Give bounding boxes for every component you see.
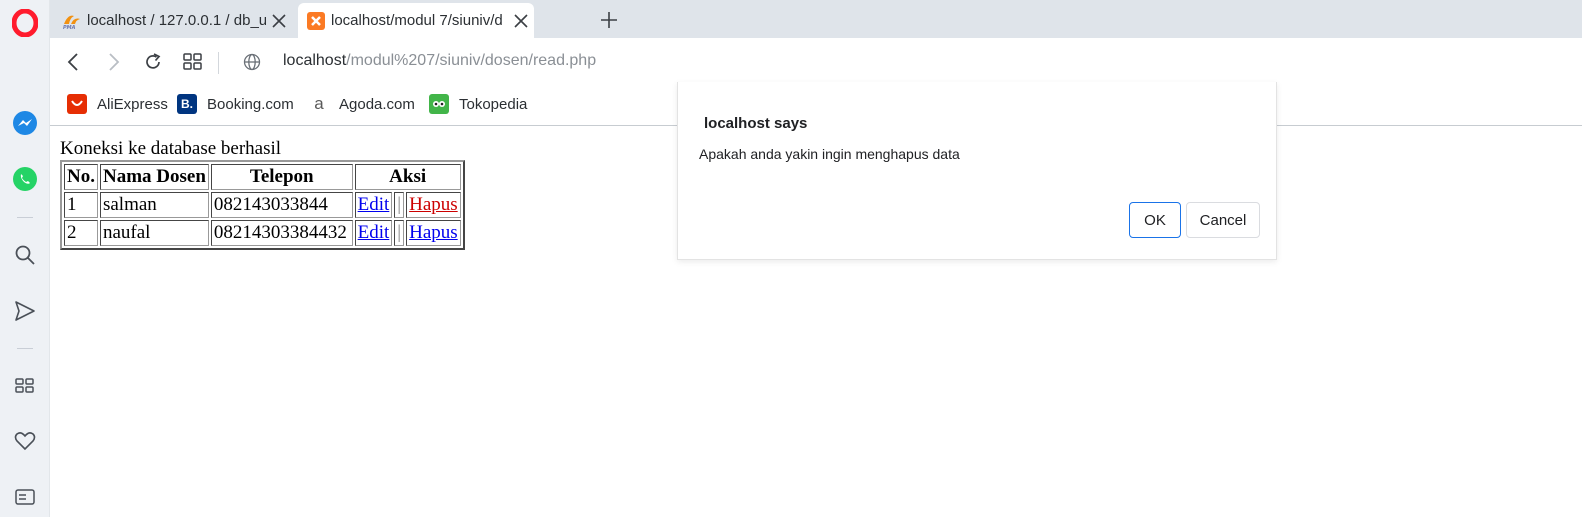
bookmark-booking[interactable]: B. Booking.com	[177, 93, 294, 115]
tab-siuniv[interactable]: localhost/modul 7/siuniv/d	[298, 3, 534, 38]
close-tab-icon[interactable]	[508, 13, 534, 28]
sidebar-divider	[17, 217, 33, 218]
column-header-no: No.	[64, 164, 98, 190]
hapus-link[interactable]: Hapus	[409, 194, 458, 215]
edit-link[interactable]: Edit	[358, 222, 390, 243]
bookmark-label: Tokopedia	[459, 95, 528, 113]
url-host: localhost	[283, 52, 347, 69]
xampp-icon	[306, 11, 326, 31]
cell-edit: Edit	[354, 220, 393, 246]
ok-button[interactable]: OK	[1129, 202, 1181, 238]
edit-link[interactable]: Edit	[358, 194, 390, 215]
cell-hapus: Hapus	[406, 220, 461, 246]
bookmark-tokopedia[interactable]: Tokopedia	[429, 93, 527, 115]
cell-no: 2	[64, 220, 98, 246]
cell-nama: salman	[99, 192, 209, 218]
forward-arrow-icon[interactable]	[100, 48, 128, 76]
cell-separator: |	[394, 220, 405, 246]
bookmark-label: Booking.com	[207, 95, 294, 113]
new-tab-plus-icon[interactable]	[596, 7, 622, 33]
tab-strip: PMA localhost / 127.0.0.1 / db_u localho…	[50, 0, 1582, 38]
search-icon[interactable]	[10, 240, 40, 270]
svg-text:PMA: PMA	[63, 25, 76, 30]
confirm-dialog: localhost says Apakah anda yakin ingin m…	[677, 82, 1277, 260]
send-icon[interactable]	[10, 296, 40, 326]
bookmark-agoda[interactable]: a Agoda.com	[309, 93, 415, 115]
dialog-title: localhost says	[704, 115, 808, 132]
whatsapp-icon[interactable]	[10, 164, 40, 194]
sidebar-divider	[17, 348, 33, 349]
aliexpress-icon	[67, 94, 87, 114]
news-icon[interactable]	[10, 482, 40, 512]
phpmyadmin-icon: PMA	[62, 11, 82, 31]
cell-telepon: 08214303384432	[210, 220, 353, 246]
browser-sidebar	[0, 0, 50, 517]
globe-icon[interactable]	[238, 48, 266, 76]
booking-icon: B.	[177, 94, 197, 114]
url-path: /modul%207/siuniv/dosen/read.php	[346, 52, 597, 69]
column-header-aksi: Aksi	[354, 164, 461, 190]
tab-phpmyadmin[interactable]: PMA localhost / 127.0.0.1 / db_u	[54, 3, 292, 38]
bookmark-label: AliExpress	[97, 95, 168, 113]
dosen-table: No. Nama Dosen Telepon Aksi 1 salman 082…	[60, 160, 465, 250]
bookmark-aliexpress[interactable]: AliExpress	[67, 93, 168, 115]
cell-telepon: 082143033844	[210, 192, 353, 218]
tab-overview-icon[interactable]	[179, 48, 207, 76]
back-arrow-icon[interactable]	[59, 48, 87, 76]
messenger-icon[interactable]	[10, 108, 40, 138]
hapus-link[interactable]: Hapus	[409, 222, 458, 243]
tokopedia-icon	[429, 94, 449, 114]
cell-edit: Edit	[354, 192, 393, 218]
cell-no: 1	[64, 192, 98, 218]
table-row: 1 salman 082143033844 Edit | Hapus	[64, 192, 461, 218]
reload-icon[interactable]	[139, 48, 167, 76]
page-content: Koneksi ke database berhasil No. Nama Do…	[60, 138, 465, 250]
opera-logo-icon[interactable]	[10, 8, 40, 38]
bookmark-label: Agoda.com	[339, 95, 415, 113]
cancel-button[interactable]: Cancel	[1186, 202, 1260, 238]
dialog-message: Apakah anda yakin ingin menghapus data	[699, 146, 960, 162]
cell-nama: naufal	[99, 220, 209, 246]
column-header-nama: Nama Dosen	[99, 164, 209, 190]
table-row: 2 naufal 08214303384432 Edit | Hapus	[64, 220, 461, 246]
table-header-row: No. Nama Dosen Telepon Aksi	[64, 164, 461, 190]
close-tab-icon[interactable]	[266, 13, 292, 28]
agoda-icon: a	[314, 94, 324, 113]
tab-title: localhost/modul 7/siuniv/d	[331, 12, 503, 29]
toolbar-divider	[218, 52, 219, 74]
cell-hapus: Hapus	[406, 192, 461, 218]
address-toolbar: localhost/modul%207/siuniv/dosen/read.ph…	[50, 38, 1582, 84]
tab-title: localhost / 127.0.0.1 / db_u	[87, 12, 266, 29]
speed-dial-icon[interactable]	[10, 371, 40, 401]
address-bar[interactable]: localhost/modul%207/siuniv/dosen/read.ph…	[283, 52, 596, 70]
column-header-telepon: Telepon	[210, 164, 353, 190]
heart-icon[interactable]	[10, 426, 40, 456]
connection-message: Koneksi ke database berhasil	[60, 138, 282, 159]
cell-separator: |	[394, 192, 405, 218]
